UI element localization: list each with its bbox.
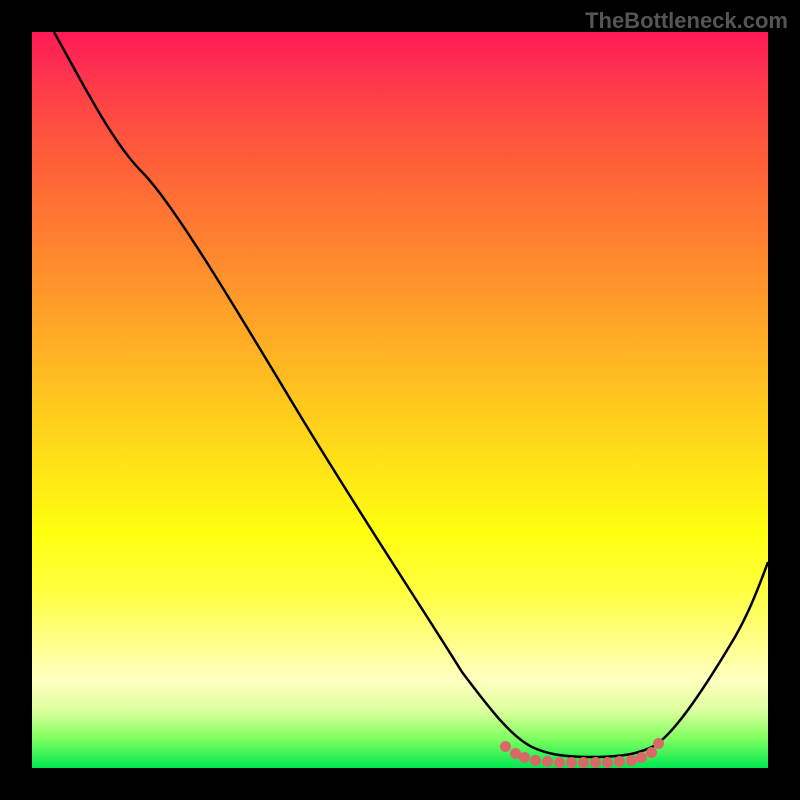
highlight-dot [602,757,613,768]
watermark-text: TheBottleneck.com [585,8,788,34]
highlight-dot [530,755,541,766]
highlight-dot [542,756,553,767]
highlight-dot [578,757,589,768]
highlight-dot [566,757,577,768]
highlight-dot [500,741,511,752]
highlight-dot [590,757,601,768]
highlight-dot [519,752,530,763]
highlight-dot [646,747,657,758]
chart-plot-area [32,32,768,768]
highlight-dot [653,738,664,749]
highlight-dot [614,756,625,767]
bottleneck-curve [32,32,768,768]
highlight-dot [554,757,565,768]
